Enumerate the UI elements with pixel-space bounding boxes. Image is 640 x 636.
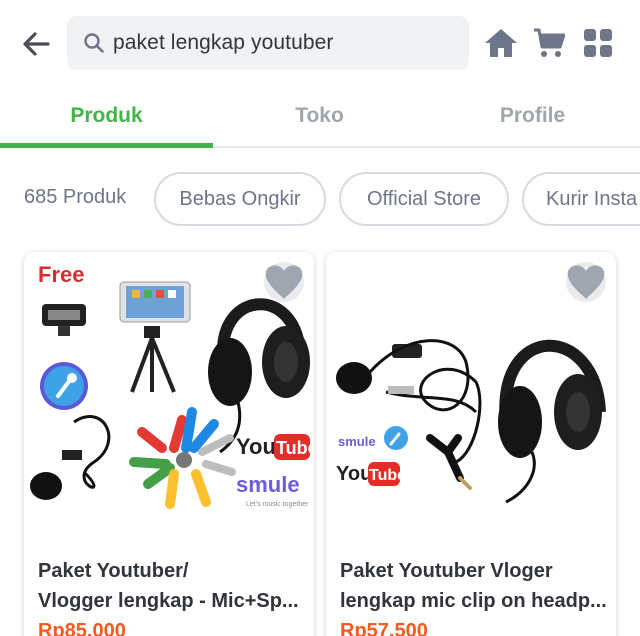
phone-holder-icon — [42, 304, 86, 336]
grid-menu-icon — [584, 29, 612, 57]
arrow-left-icon — [23, 32, 50, 56]
filter-chip-official-store[interactable]: Official Store — [339, 172, 509, 226]
home-icon — [485, 29, 517, 57]
heart-icon — [265, 265, 303, 299]
result-count: 685 Produk — [24, 186, 127, 208]
tab-toko[interactable]: Toko — [213, 86, 426, 146]
svg-text:Tube: Tube — [369, 467, 406, 484]
heart-icon — [567, 265, 605, 299]
youtube-logo: You Tube — [336, 462, 406, 486]
cart-button[interactable] — [530, 24, 568, 62]
filter-chip-kurir-instan[interactable]: Kurir Insta — [522, 172, 640, 226]
product-title-line-2: lengkap mic clip on headp... — [340, 590, 607, 612]
svg-text:Let's music together: Let's music together — [246, 501, 309, 508]
back-button[interactable] — [16, 24, 56, 64]
youtube-logo: You Tube — [236, 434, 314, 460]
search-input[interactable]: paket lengkap youtuber — [67, 16, 469, 70]
product-card[interactable]: Free You Tube smule Let's music together… — [24, 252, 314, 636]
top-bar: paket lengkap youtuber — [0, 0, 640, 86]
home-button[interactable] — [482, 24, 520, 62]
wishlist-button[interactable] — [264, 262, 304, 302]
product-title: Paket Youtuber/ Vlogger lengkap - Mic+Sp… — [38, 556, 306, 616]
filter-row: 685 Produk Bebas Ongkir Official Store K… — [0, 172, 640, 228]
wishlist-button[interactable] — [566, 262, 606, 302]
svg-text:Free: Free — [38, 262, 84, 287]
tab-profile[interactable]: Profile — [426, 86, 639, 146]
audio-splitter-icon — [426, 434, 472, 490]
product-price: Rp57.500 — [340, 620, 428, 636]
clip-microphone-icon — [30, 415, 111, 500]
phone-tripod-icon — [119, 281, 191, 393]
result-tabs: Produk Toko Profile — [0, 86, 640, 148]
svg-text:You: You — [336, 463, 372, 485]
smule-logo: smule Let's music together — [236, 472, 309, 508]
cart-icon — [534, 28, 565, 57]
audio-splitters-icon — [129, 407, 236, 509]
svg-text:smule: smule — [236, 472, 300, 497]
tab-produk[interactable]: Produk — [0, 86, 213, 146]
search-query-text: paket lengkap youtuber — [113, 31, 334, 54]
menu-button[interactable] — [579, 24, 617, 62]
filter-chip-bebas-ongkir[interactable]: Bebas Ongkir — [154, 172, 326, 226]
product-image: Free You Tube smule Let's music together — [24, 252, 314, 534]
product-title: Paket Youtuber Vloger lengkap mic clip o… — [340, 556, 608, 616]
active-tab-indicator — [0, 143, 213, 148]
product-card[interactable]: smule You Tube Paket Youtuber Vloger len… — [326, 252, 616, 636]
product-title-line-1: Paket Youtuber Vloger — [340, 560, 553, 582]
product-title-line-2: Vlogger lengkap - Mic+Sp... — [38, 590, 299, 612]
product-image: smule You Tube — [326, 252, 616, 534]
svg-text:Tube: Tube — [276, 438, 314, 458]
product-price: Rp85.000 — [38, 620, 126, 636]
search-results-screen: paket lengkap youtuber Produk Toko Profi… — [0, 0, 640, 636]
microphone-badge-icon — [40, 362, 88, 410]
svg-text:smule: smule — [338, 434, 376, 449]
smule-logo: smule — [338, 426, 408, 450]
svg-text:You: You — [236, 434, 276, 459]
product-title-line-1: Paket Youtuber/ — [38, 560, 189, 582]
search-icon — [84, 33, 104, 53]
